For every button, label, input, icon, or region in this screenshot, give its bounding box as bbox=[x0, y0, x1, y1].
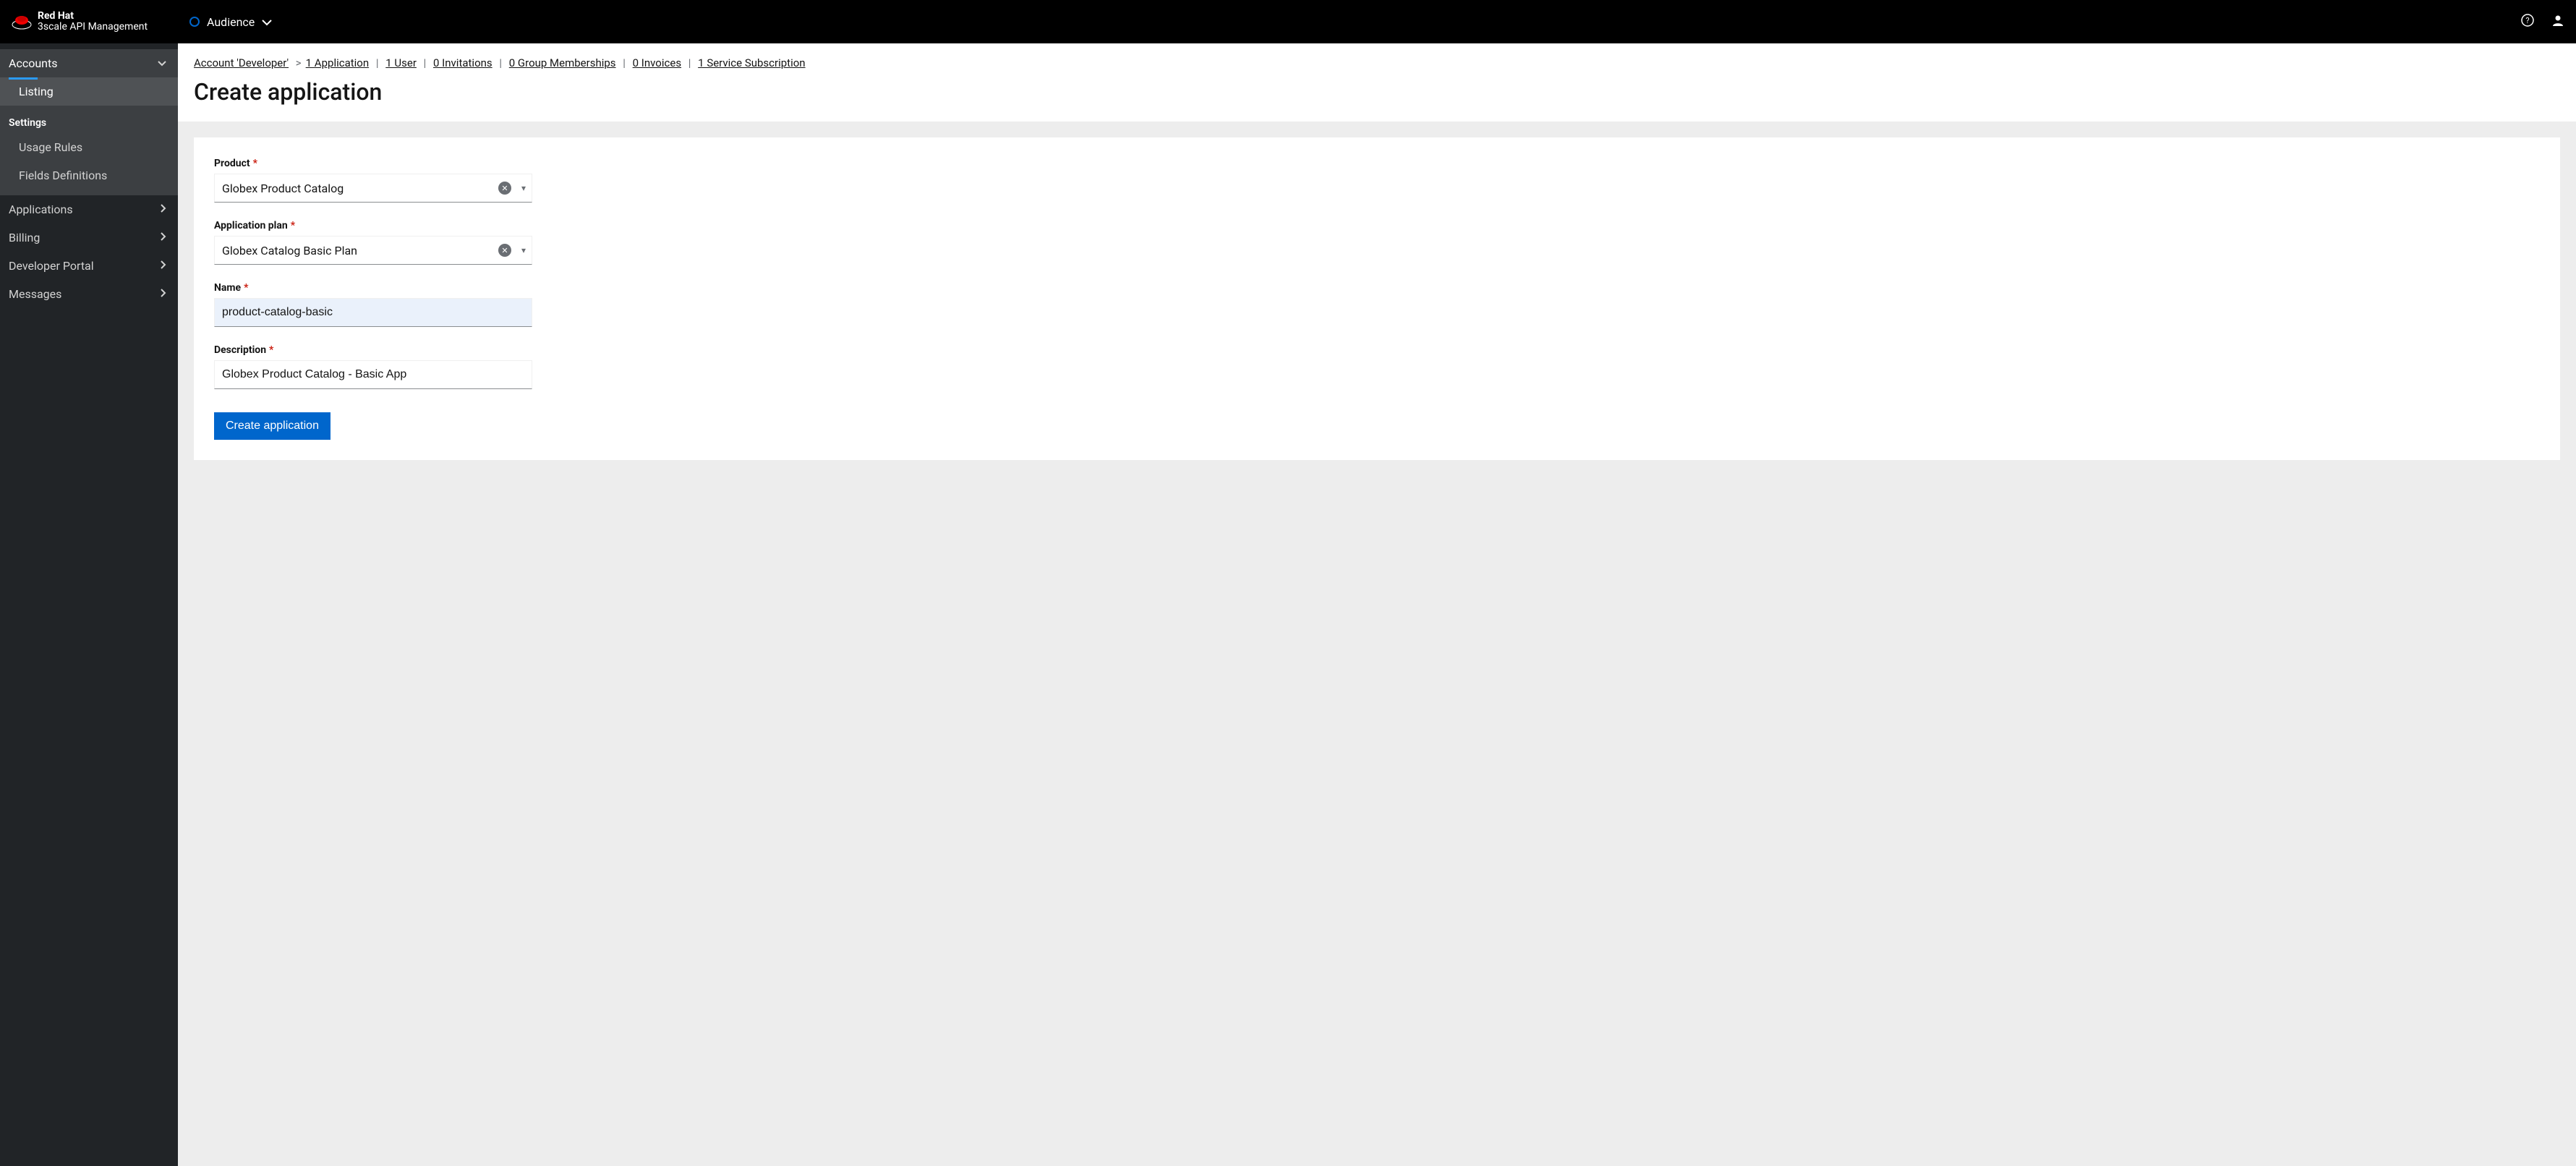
breadcrumb-item[interactable]: 0 Group Memberships bbox=[509, 56, 616, 69]
name-label: Name* bbox=[214, 282, 532, 294]
breadcrumb: Account 'Developer' > 1 Application | 1 … bbox=[194, 56, 2560, 69]
sidebar: Accounts Listing Settings Usage Rules Fi… bbox=[0, 43, 178, 1166]
main-content: Account 'Developer' > 1 Application | 1 … bbox=[178, 43, 2576, 1166]
sidebar-item-label: Applications bbox=[9, 203, 73, 216]
context-switcher[interactable]: Audience bbox=[189, 15, 272, 29]
caret-down-icon[interactable]: ▾ bbox=[521, 183, 526, 193]
breadcrumb-sep: > bbox=[293, 56, 302, 69]
breadcrumb-sep: | bbox=[373, 56, 381, 69]
chevron-right-icon bbox=[161, 232, 166, 243]
help-icon[interactable]: ? bbox=[2521, 14, 2534, 30]
chevron-down-icon bbox=[158, 59, 166, 69]
caret-down-icon[interactable]: ▾ bbox=[521, 245, 526, 255]
sidebar-item-label: Messages bbox=[9, 287, 61, 301]
clear-icon[interactable]: ✕ bbox=[498, 182, 511, 195]
breadcrumb-item[interactable]: 0 Invitations bbox=[433, 56, 492, 69]
sidebar-item-accounts[interactable]: Accounts bbox=[0, 49, 178, 77]
sidebar-item-applications[interactable]: Applications bbox=[0, 195, 178, 224]
header-actions: ? bbox=[2521, 14, 2564, 30]
sidebar-subitem-usage-rules[interactable]: Usage Rules bbox=[0, 133, 178, 161]
breadcrumb-item[interactable]: 1 Application bbox=[306, 56, 369, 69]
brand-line2: 3scale API Management bbox=[38, 22, 148, 33]
sidebar-item-label: Fields Definitions bbox=[19, 169, 107, 182]
sidebar-item-messages[interactable]: Messages bbox=[0, 280, 178, 308]
required-marker: * bbox=[253, 158, 257, 169]
brand-line1: Red Hat bbox=[38, 11, 148, 22]
product-select-value: Globex Product Catalog bbox=[222, 182, 503, 195]
context-bullet-icon bbox=[189, 17, 200, 27]
name-input[interactable] bbox=[214, 298, 532, 327]
sidebar-item-developer-portal[interactable]: Developer Portal bbox=[0, 252, 178, 280]
plan-select[interactable]: Globex Catalog Basic Plan ✕ ▾ bbox=[214, 236, 532, 265]
sidebar-item-label: Developer Portal bbox=[9, 259, 94, 273]
form-card: Product* Globex Product Catalog ✕ ▾ Appl… bbox=[194, 137, 2560, 460]
breadcrumb-sep: | bbox=[620, 56, 628, 69]
form-row-description: Description* bbox=[214, 344, 532, 389]
required-marker: * bbox=[269, 344, 273, 356]
chevron-right-icon bbox=[161, 289, 166, 299]
sidebar-section-settings: Settings bbox=[0, 106, 178, 133]
svg-text:?: ? bbox=[2525, 16, 2529, 25]
breadcrumb-account[interactable]: Account 'Developer' bbox=[194, 56, 289, 69]
sidebar-subitem-fields-definitions[interactable]: Fields Definitions bbox=[0, 161, 178, 190]
sidebar-item-label: Accounts bbox=[9, 56, 57, 70]
required-marker: * bbox=[291, 220, 295, 231]
chevron-down-icon bbox=[262, 15, 272, 29]
sidebar-subitem-listing[interactable]: Listing bbox=[0, 77, 178, 106]
form-row-product: Product* Globex Product Catalog ✕ ▾ bbox=[214, 158, 532, 203]
plan-select-value: Globex Catalog Basic Plan bbox=[222, 244, 503, 258]
breadcrumb-sep: | bbox=[421, 56, 429, 69]
redhat-fedora-icon bbox=[12, 14, 32, 30]
sidebar-item-billing[interactable]: Billing bbox=[0, 224, 178, 252]
description-input[interactable] bbox=[214, 360, 532, 389]
page-header: Account 'Developer' > 1 Application | 1 … bbox=[178, 43, 2576, 122]
form-row-plan: Application plan* Globex Catalog Basic P… bbox=[214, 220, 532, 265]
sidebar-item-label: Billing bbox=[9, 231, 40, 244]
top-header: Red Hat 3scale API Management Audience ? bbox=[0, 0, 2576, 43]
description-label: Description* bbox=[214, 344, 532, 356]
user-icon[interactable] bbox=[2551, 14, 2564, 30]
form-row-name: Name* bbox=[214, 282, 532, 327]
page-title: Create application bbox=[194, 78, 2560, 106]
breadcrumb-sep: | bbox=[497, 56, 505, 69]
sidebar-item-label: Listing bbox=[19, 85, 54, 98]
plan-label: Application plan* bbox=[214, 220, 532, 231]
create-application-button[interactable]: Create application bbox=[214, 412, 330, 440]
product-select[interactable]: Globex Product Catalog ✕ ▾ bbox=[214, 174, 532, 203]
product-label: Product* bbox=[214, 158, 532, 169]
breadcrumb-sep: | bbox=[686, 56, 694, 69]
sidebar-item-label: Usage Rules bbox=[19, 140, 82, 154]
breadcrumb-item[interactable]: 1 Service Subscription bbox=[698, 56, 805, 69]
breadcrumb-item[interactable]: 1 User bbox=[385, 56, 417, 69]
breadcrumb-item[interactable]: 0 Invoices bbox=[633, 56, 681, 69]
brand-logo[interactable]: Red Hat 3scale API Management bbox=[12, 11, 189, 33]
clear-icon[interactable]: ✕ bbox=[498, 244, 511, 257]
required-marker: * bbox=[244, 282, 248, 294]
context-label: Audience bbox=[207, 15, 255, 29]
chevron-right-icon bbox=[161, 204, 166, 215]
chevron-right-icon bbox=[161, 260, 166, 271]
